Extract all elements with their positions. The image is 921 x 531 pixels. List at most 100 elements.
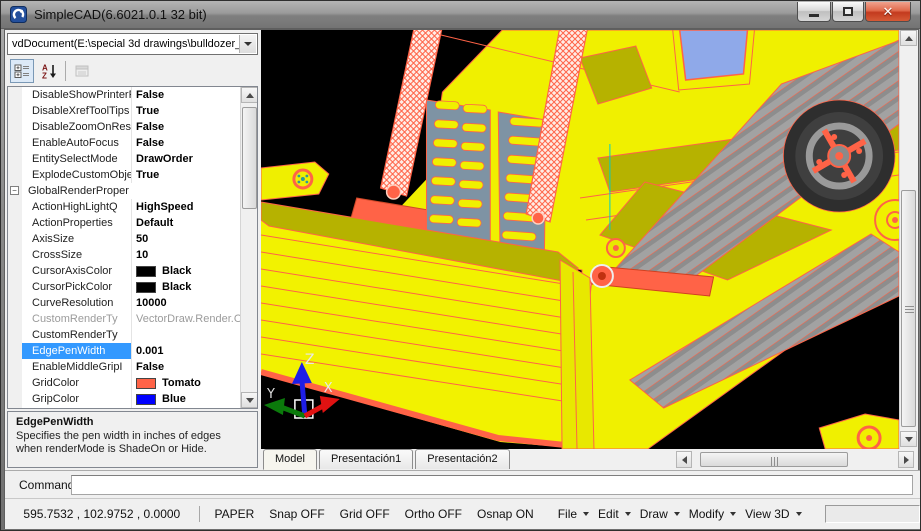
property-name[interactable]: AxisSize — [22, 231, 132, 247]
property-row[interactable]: CustomRenderTy — [8, 327, 240, 343]
property-name[interactable]: GripSize — [22, 407, 132, 409]
document-selector[interactable]: vdDocument(E:\special 3d drawings\bulldo… — [7, 33, 258, 55]
layout-hscrollbar[interactable] — [676, 451, 916, 468]
property-value[interactable]: 50 — [132, 231, 240, 247]
tab-presentacion1[interactable]: Presentación1 — [319, 449, 413, 469]
property-name[interactable]: CustomRenderTy — [22, 327, 132, 343]
property-name[interactable]: ActionHighLightQ — [22, 199, 132, 215]
title-bar[interactable]: SimpleCAD(6.6021.0.1 32 bit) ✕ — [1, 1, 920, 29]
property-value[interactable]: False — [132, 135, 240, 151]
property-name[interactable]: ExplodeCustomObje — [22, 167, 132, 183]
property-value[interactable]: Default — [132, 215, 240, 231]
property-name[interactable]: CursorAxisColor — [22, 263, 132, 279]
property-value[interactable]: True — [132, 103, 240, 119]
property-name[interactable]: DisableShowPrinterF — [22, 87, 132, 103]
property-value[interactable] — [132, 327, 240, 343]
scrollbar-thumb[interactable] — [901, 190, 916, 427]
category-row[interactable]: −GlobalRenderProper — [8, 183, 240, 199]
property-value[interactable]: Black — [132, 279, 240, 295]
osnap-toggle[interactable]: Osnap ON — [477, 507, 534, 521]
menu-edit[interactable]: Edit — [598, 507, 631, 521]
property-value[interactable]: DrawOrder — [132, 151, 240, 167]
property-row[interactable]: DisableXrefToolTipsTrue — [8, 103, 240, 119]
viewport-canvas[interactable]: Z Y X — [261, 30, 899, 449]
property-name[interactable]: EntitySelectMode — [22, 151, 132, 167]
property-value[interactable]: 10000 — [132, 295, 240, 311]
property-row[interactable]: GridColorTomato — [8, 375, 240, 391]
paper-toggle[interactable]: PAPER — [215, 507, 255, 521]
property-row[interactable]: EntitySelectModeDrawOrder — [8, 151, 240, 167]
property-value[interactable]: False — [132, 87, 240, 103]
property-value[interactable]: Blue — [132, 391, 240, 407]
property-name[interactable]: CustomRenderTy — [22, 311, 132, 327]
sort-alphabetical-button[interactable]: A Z — [37, 59, 61, 83]
property-row-selected[interactable]: EdgePenWidth0.001 — [8, 343, 240, 359]
property-row[interactable]: EnableMiddleGripIFalse — [8, 359, 240, 375]
property-value[interactable]: 10 — [132, 407, 240, 409]
property-row[interactable]: CurveResolution10000 — [8, 295, 240, 311]
property-row[interactable]: EnableAutoFocusFalse — [8, 135, 240, 151]
window-content: vdDocument(E:\special 3d drawings\bulldo… — [4, 29, 919, 529]
property-name[interactable]: DisableZoomOnResiz — [22, 119, 132, 135]
property-row[interactable]: CrossSize10 — [8, 247, 240, 263]
category-name[interactable]: GlobalRenderProper — [22, 183, 240, 199]
menu-draw[interactable]: Draw — [640, 507, 680, 521]
property-grid[interactable]: DisableShowPrinterFFalse DisableXrefTool… — [7, 86, 258, 409]
tab-presentacion2[interactable]: Presentación2 — [415, 449, 509, 469]
scroll-up-icon[interactable] — [900, 30, 917, 46]
tab-model[interactable]: Model — [263, 449, 317, 470]
property-row[interactable]: ActionPropertiesDefault — [8, 215, 240, 231]
property-row[interactable]: GripSize10 — [8, 407, 240, 409]
property-row[interactable]: CustomRenderTyVectorDraw.Render.Op — [8, 311, 240, 327]
property-value[interactable]: VectorDraw.Render.Op — [132, 311, 240, 327]
property-value[interactable]: False — [132, 359, 240, 375]
property-name[interactable]: CurveResolution — [22, 295, 132, 311]
scroll-left-icon[interactable] — [676, 451, 692, 468]
viewport-vscrollbar[interactable] — [899, 30, 916, 449]
property-name[interactable]: DisableXrefToolTips — [22, 103, 132, 119]
property-row[interactable]: AxisSize50 — [8, 231, 240, 247]
close-button[interactable]: ✕ — [865, 2, 911, 22]
property-value[interactable]: 10 — [132, 247, 240, 263]
property-row[interactable]: ActionHighLightQHighSpeed — [8, 199, 240, 215]
property-name[interactable]: CursorPickColor — [22, 279, 132, 295]
property-name[interactable]: GripColor — [22, 391, 132, 407]
scrollbar-thumb[interactable] — [700, 452, 848, 467]
property-name[interactable]: EdgePenWidth — [22, 343, 132, 359]
property-name[interactable]: EnableAutoFocus — [22, 135, 132, 151]
scrollbar-thumb[interactable] — [242, 107, 257, 209]
restore-button[interactable] — [832, 2, 864, 22]
property-value[interactable]: HighSpeed — [132, 199, 240, 215]
property-row[interactable]: CursorPickColorBlack — [8, 279, 240, 295]
property-name[interactable]: ActionProperties — [22, 215, 132, 231]
property-name[interactable]: EnableMiddleGripI — [22, 359, 132, 375]
property-value[interactable]: True — [132, 167, 240, 183]
menu-view3d[interactable]: View 3D — [745, 507, 801, 521]
minimize-button[interactable] — [797, 2, 831, 22]
property-value[interactable]: False — [132, 119, 240, 135]
collapse-icon[interactable]: − — [10, 186, 19, 195]
command-input[interactable] — [71, 475, 913, 495]
snap-toggle[interactable]: Snap OFF — [269, 507, 324, 521]
chevron-down-icon[interactable] — [239, 35, 256, 53]
ortho-toggle[interactable]: Ortho OFF — [405, 507, 462, 521]
grid-toggle[interactable]: Grid OFF — [340, 507, 390, 521]
property-row[interactable]: CursorAxisColorBlack — [8, 263, 240, 279]
menu-modify[interactable]: Modify — [689, 507, 736, 521]
scroll-down-icon[interactable] — [241, 392, 258, 408]
property-row[interactable]: ExplodeCustomObjeTrue — [8, 167, 240, 183]
menu-file[interactable]: File — [558, 507, 589, 521]
property-value[interactable]: Black — [132, 263, 240, 279]
property-value[interactable]: Tomato — [132, 375, 240, 391]
property-row[interactable]: DisableShowPrinterFFalse — [8, 87, 240, 103]
property-name[interactable]: CrossSize — [22, 247, 132, 263]
property-value[interactable]: 0.001 — [132, 343, 240, 359]
scroll-up-icon[interactable] — [241, 87, 258, 103]
property-row[interactable]: DisableZoomOnResizFalse — [8, 119, 240, 135]
property-name[interactable]: GridColor — [22, 375, 132, 391]
grid-scrollbar[interactable] — [240, 87, 257, 408]
scroll-right-icon[interactable] — [898, 451, 914, 468]
property-row[interactable]: GripColorBlue — [8, 391, 240, 407]
scroll-down-icon[interactable] — [900, 431, 917, 447]
categorized-button[interactable] — [10, 59, 34, 83]
